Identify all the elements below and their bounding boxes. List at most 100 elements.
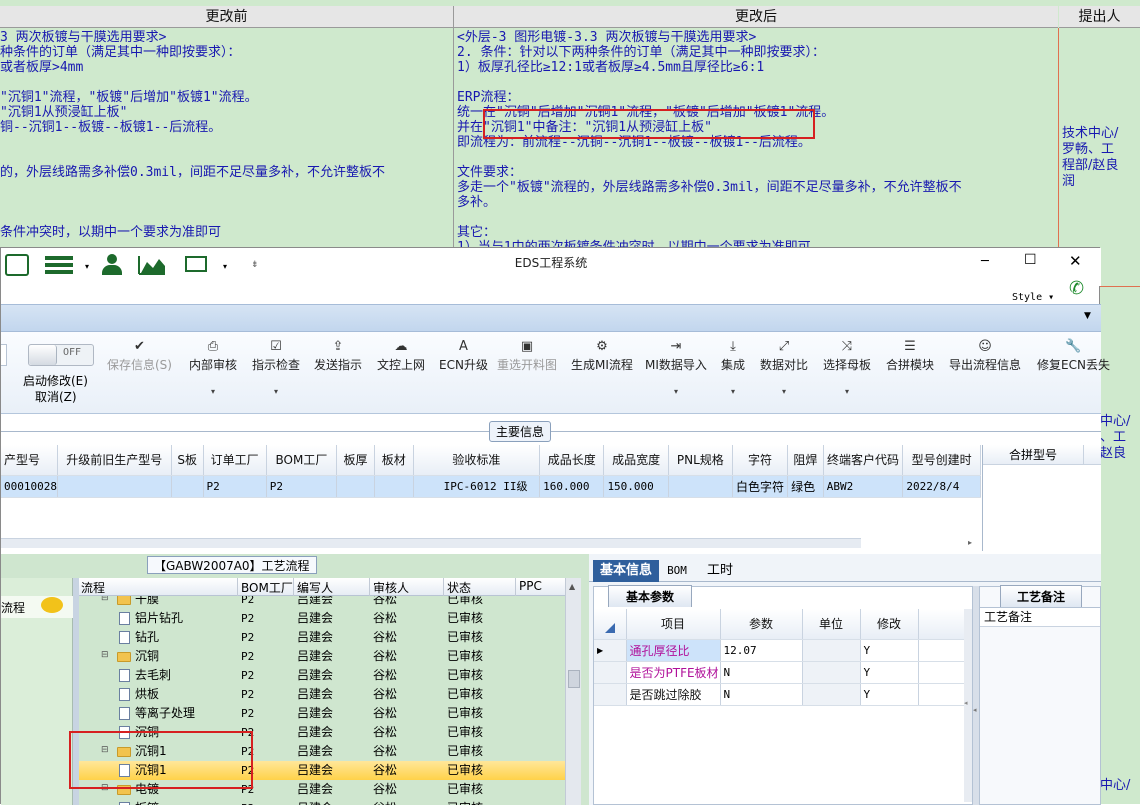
chevron-down-icon[interactable]: ▾ [223, 262, 227, 271]
column-header[interactable]: 单位 [802, 609, 861, 640]
toolbar-button-3[interactable]: ⇪ 发送指示 [314, 338, 362, 373]
tree-column-header[interactable]: BOM工厂 [241, 579, 293, 596]
ribbon-collapse-icon[interactable]: ▼ [1084, 311, 1091, 321]
toolbar-icon: ▣ [520, 339, 534, 354]
column-header[interactable]: 成品长度 [539, 445, 605, 476]
tree-row[interactable]: 钻孔 P2 吕建会 谷松 已审核 [79, 628, 565, 647]
cancel-button[interactable]: 取消(Z) [35, 388, 77, 405]
column-header[interactable]: 修改 [860, 609, 919, 640]
column-header[interactable]: 字符 [732, 445, 789, 476]
param-value[interactable]: N [720, 683, 803, 706]
param-row[interactable]: 是否跳过除胶 N Y [594, 683, 967, 706]
text-line: 多走一个"板镀"流程的，外层线路需多补偿0.3mil，间距不足尽量多补，不允许整… [457, 180, 962, 195]
param-blank [918, 639, 967, 662]
folder-icon [117, 651, 131, 662]
toolbar-button-5[interactable]: A ECN升级 [439, 338, 488, 373]
start-modify-button[interactable]: 启动修改(E) [23, 372, 88, 389]
minimize-button[interactable]: ─ [981, 254, 989, 269]
modify-toggle[interactable]: OFF [28, 344, 94, 366]
toolbar-button-13[interactable]: ☺ 导出流程信息 [949, 338, 1021, 373]
toolbar-button-0[interactable]: ✔ 保存信息(S) [107, 338, 172, 373]
row-selector[interactable] [594, 683, 627, 706]
toolbar-button-10[interactable]: ⤢ 数据对比 ▾ [760, 338, 808, 396]
toolbar-button-4[interactable]: ☁ 文控上网 [377, 338, 425, 373]
tree-column-header[interactable]: 编写人 [297, 579, 333, 596]
toolbar-button-14[interactable]: 🔧 修复ECN丢失 [1037, 338, 1110, 373]
toolbar-button-2[interactable]: ☑ 指示检查 ▾ [252, 338, 300, 396]
vertical-scrollbar[interactable]: ▲ [565, 578, 581, 805]
column-header[interactable]: 板厚 [336, 445, 375, 476]
column-header[interactable]: 验收标准 [413, 445, 541, 476]
toolbar-button-1[interactable]: ⎙ 内部审核 ▾ [189, 338, 237, 396]
column-header[interactable]: BOM工厂 [266, 445, 338, 476]
horizontal-scrollbar[interactable] [1, 538, 861, 548]
column-header[interactable]: S板 [171, 445, 204, 476]
chevron-down-icon[interactable]: ▾ [85, 262, 89, 271]
user-icon[interactable] [101, 254, 123, 276]
customize-icon[interactable]: ⇟ [251, 260, 259, 270]
param-row[interactable]: ▶ 通孔厚径比 12.07 Y [594, 639, 967, 662]
tree-row[interactable]: 烘板 P2 吕建会 谷松 已审核 [79, 685, 565, 704]
scroll-thumb[interactable] [568, 670, 580, 688]
tree-row[interactable]: 去毛刺 P2 吕建会 谷松 已审核 [79, 666, 565, 685]
column-header[interactable]: 产型号 [1, 445, 58, 476]
style-menu[interactable]: Style ▾ [1012, 292, 1054, 303]
tree-row[interactable]: ⊟ 沉铜 P2 吕建会 谷松 已审核 [79, 647, 565, 666]
basic-params-tab[interactable]: 基本参数 [608, 585, 692, 607]
tree-column-header[interactable]: PPC [519, 579, 542, 593]
column-header[interactable]: 终端客户代码 [823, 445, 904, 476]
maximize-button[interactable]: ☐ [1024, 252, 1037, 268]
toolbar-button-11[interactable]: ⤨ 选择母板 ▾ [823, 338, 871, 396]
toolbar-button-8[interactable]: ⇥ MI数据导入 ▾ [645, 338, 707, 396]
remarks-tab[interactable]: 工艺备注 [1000, 585, 1082, 607]
tree-item-name: 铝片钻孔 [135, 611, 184, 625]
param-value[interactable]: 12.07 [720, 639, 803, 662]
tree-row[interactable]: 铝片钻孔 P2 吕建会 谷松 已审核 [79, 609, 565, 628]
param-value[interactable]: N [720, 661, 803, 684]
column-header[interactable]: 成品宽度 [603, 445, 669, 476]
column-header[interactable]: 升级前旧生产型号 [57, 445, 172, 476]
grid-icon[interactable] [45, 256, 73, 274]
chart-icon[interactable] [137, 254, 167, 276]
text-line: 3 两次板镀与干膜选用要求> [0, 30, 167, 45]
column-header[interactable]: 项目 [626, 609, 721, 640]
scroll-up-icon[interactable]: ▲ [569, 582, 575, 591]
tree-writer: 吕建会 [297, 649, 334, 663]
tab-2[interactable]: 工时 [699, 560, 741, 582]
toolbar-icon: ⤨ [841, 339, 853, 354]
toolbar-label: ECN升级 [439, 358, 488, 372]
tree-column-header[interactable]: 审核人 [373, 579, 409, 596]
table-row[interactable]: 00010028 P2 P2 IPC-6012 II级 160.000 150.000 白色… [1, 475, 981, 498]
toolbar-button-6[interactable]: ▣ 重选开料图 [497, 338, 557, 373]
text-line: "沉铜1"流程，"板镀"后增加"板镀1"流程。 [0, 90, 258, 105]
column-header[interactable]: 阻焊 [787, 445, 824, 476]
phone-icon[interactable]: ✆ [1069, 278, 1084, 299]
row-selector[interactable]: ▶ [594, 639, 627, 662]
splitter[interactable]: ◂ [964, 609, 972, 802]
column-header[interactable]: 板材 [374, 445, 414, 476]
tab-0[interactable]: 基本信息 [593, 560, 659, 582]
table-cell [336, 475, 375, 498]
app-icon[interactable] [5, 254, 29, 276]
tree-column-header[interactable]: 流程 [81, 579, 105, 596]
column-header[interactable]: 型号创建时 [902, 445, 981, 476]
param-row[interactable]: 是否为PTFE板材 N Y [594, 661, 967, 684]
close-button[interactable]: ✕ [1069, 252, 1082, 270]
toolbar-button-12[interactable]: ☰ 合拼模块 [886, 338, 934, 373]
column-header[interactable]: PNL规格 [668, 445, 733, 476]
table-cell: 白色字符 [732, 475, 789, 498]
column-header[interactable]: 参数 [720, 609, 803, 640]
column-header[interactable]: 订单工厂 [203, 445, 267, 476]
toolbar-label: 生成MI流程 [571, 358, 633, 372]
row-selector[interactable] [594, 661, 627, 684]
tree-row[interactable]: 等离子处理 P2 吕建会 谷松 已审核 [79, 704, 565, 723]
toolbar-button-9[interactable]: ⤓ 集成 ▾ [721, 338, 745, 396]
tree-row[interactable]: 板镀 P2 吕建会 谷松 已审核 [79, 799, 565, 805]
collapse-icon[interactable]: ⊟ [101, 646, 109, 665]
toolbar-button-7[interactable]: ⚙ 生成MI流程 [571, 338, 633, 373]
tree-column-header[interactable]: 状态 [447, 579, 471, 596]
tab-1[interactable]: BOM [663, 560, 691, 582]
monitor-icon[interactable] [185, 256, 207, 272]
scroll-right-icon[interactable]: ▸ [968, 538, 980, 548]
table-cell [57, 475, 172, 498]
